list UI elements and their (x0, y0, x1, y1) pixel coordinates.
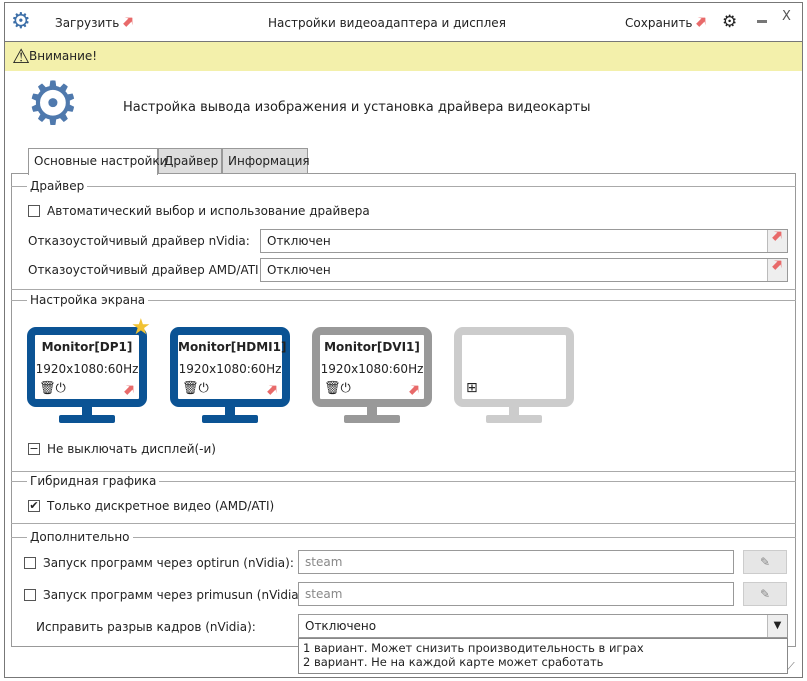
trash-icon[interactable]: 🗑 (324, 381, 341, 396)
monitor-settings-icon[interactable] (122, 382, 138, 398)
load-label: Загрузить (55, 16, 120, 30)
optirun-label: Запуск программ через optirun (nVidia): (43, 556, 294, 570)
monitor-resolution: 1920x1080:60Hz (320, 362, 424, 376)
tab-main-settings[interactable]: Основные настройки (28, 148, 167, 175)
trash-icon[interactable]: 🗑 (39, 381, 56, 396)
discrete-checkbox[interactable]: ✔ (28, 500, 40, 512)
primusun-label: Запуск программ через primusun (nVidia): (43, 588, 308, 602)
auto-driver-label: Автоматический выбор и использование дра… (47, 204, 370, 218)
monitor-resolution: 1920x1080:60Hz (35, 362, 139, 376)
load-button[interactable]: Загрузить (55, 16, 134, 30)
group-title: Драйвер (27, 179, 88, 193)
list-item[interactable]: 2 вариант. Не на каждой карте может сраб… (303, 655, 783, 669)
select-value: Отключено (305, 619, 377, 633)
dropdown-arrow-icon (770, 257, 786, 273)
input-value: steam (305, 555, 343, 569)
primary-star-icon: ★ (131, 315, 151, 340)
optirun-checkbox[interactable] (24, 557, 36, 569)
monitor-resolution: 1920x1080:60Hz (178, 362, 282, 376)
tab-label: Драйвер (164, 154, 219, 168)
add-icon[interactable]: ⊞ (466, 380, 478, 396)
no-off-checkbox[interactable]: − (28, 443, 40, 455)
dropdown-arrow-icon (121, 14, 137, 30)
amd-driver-select[interactable]: Отключен (260, 258, 788, 282)
tearing-select[interactable]: Отключено ▼ (298, 614, 788, 638)
primusun-checkbox[interactable] (24, 589, 36, 601)
close-button[interactable]: X (782, 9, 791, 24)
header-text: Настройка вывода изображения и установка… (123, 100, 591, 115)
amd-driver-label: Отказоустойчивый драйвер AMD/ATI: (28, 263, 263, 277)
chevron-down-icon[interactable]: ▼ (767, 615, 787, 637)
warning-bar: ⚠ Внимание! (5, 42, 802, 71)
monitor-dvi1[interactable]: Monitor[DVI1] 1920x1080:60Hz 🗑⏻ (312, 327, 432, 423)
optirun-input[interactable]: steam (298, 550, 734, 574)
primusun-input[interactable]: steam (298, 582, 734, 606)
minimize-button[interactable] (757, 20, 767, 23)
input-value: steam (305, 587, 343, 601)
dropdown-button[interactable] (767, 259, 787, 281)
dropdown-button[interactable] (767, 230, 787, 252)
tab-information[interactable]: Информация (222, 148, 310, 174)
nvidia-driver-select[interactable]: Отключен (260, 229, 788, 253)
nvidia-driver-label: Отказоустойчивый драйвер nVidia: (28, 234, 250, 248)
monitor-dp1[interactable]: Monitor[DP1] 1920x1080:60Hz 🗑⏻ ★ (27, 315, 151, 423)
tab-driver[interactable]: Драйвер (158, 148, 222, 174)
save-button[interactable]: Сохранить (625, 16, 707, 30)
discrete-label: Только дискретное видео (AMD/ATI) (47, 499, 275, 513)
monitor-name: Monitor[DVI1] (324, 340, 420, 354)
edit-optirun-button[interactable]: ✎ (743, 550, 787, 574)
add-monitor[interactable]: ⊞ (454, 327, 574, 423)
trash-icon[interactable]: 🗑 (182, 381, 199, 396)
power-icon[interactable]: ⏻ (56, 381, 66, 396)
tearing-options-list: 1 вариант. Может снизить производительно… (298, 638, 788, 674)
monitor-name: Monitor[DP1] (41, 340, 133, 354)
tab-label: Информация (228, 154, 310, 168)
edit-primusun-button[interactable]: ✎ (743, 582, 787, 606)
group-title: Гибридная графика (27, 474, 160, 488)
dropdown-arrow-icon (694, 14, 710, 30)
group-title: Дополнительно (27, 530, 133, 544)
title-bar: ⚙ Загрузить Настройки видеоадаптера и ди… (5, 3, 802, 42)
monitor-hdmi1[interactable]: Monitor[HDMI1] 1920x1080:60Hz 🗑⏻ (170, 327, 290, 423)
power-icon[interactable]: ⏻ (199, 381, 209, 396)
auto-driver-checkbox[interactable] (28, 205, 40, 217)
save-label: Сохранить (625, 16, 693, 30)
power-icon[interactable]: ⏻ (341, 381, 351, 396)
resize-grip-icon[interactable]: ⟋ (787, 660, 795, 674)
group-title: Настройка экрана (27, 293, 149, 307)
window-title: Настройки видеоадаптера и дисплея (268, 16, 506, 30)
tearing-label: Исправить разрыв кадров (nVidia): (36, 620, 256, 634)
monitor-settings-icon[interactable] (407, 382, 423, 398)
tab-label: Основные настройки (34, 154, 168, 168)
monitor-settings-icon[interactable] (265, 382, 281, 398)
monitor-name: Monitor[HDMI1] (178, 340, 287, 354)
warning-icon: ⚠ (12, 44, 30, 68)
no-off-label: Не выключать дисплей(-и) (47, 442, 216, 456)
dropdown-arrow-icon (770, 228, 786, 244)
list-item[interactable]: 1 вариант. Может снизить производительно… (303, 641, 783, 655)
select-value: Отключен (267, 263, 331, 277)
settings-gear-icon[interactable]: ⚙ (722, 12, 737, 32)
header-gears-icon: ⚙ (26, 69, 80, 139)
app-gear-icon: ⚙ (11, 9, 31, 34)
warning-text: Внимание! (29, 49, 98, 63)
select-value: Отключен (267, 234, 331, 248)
